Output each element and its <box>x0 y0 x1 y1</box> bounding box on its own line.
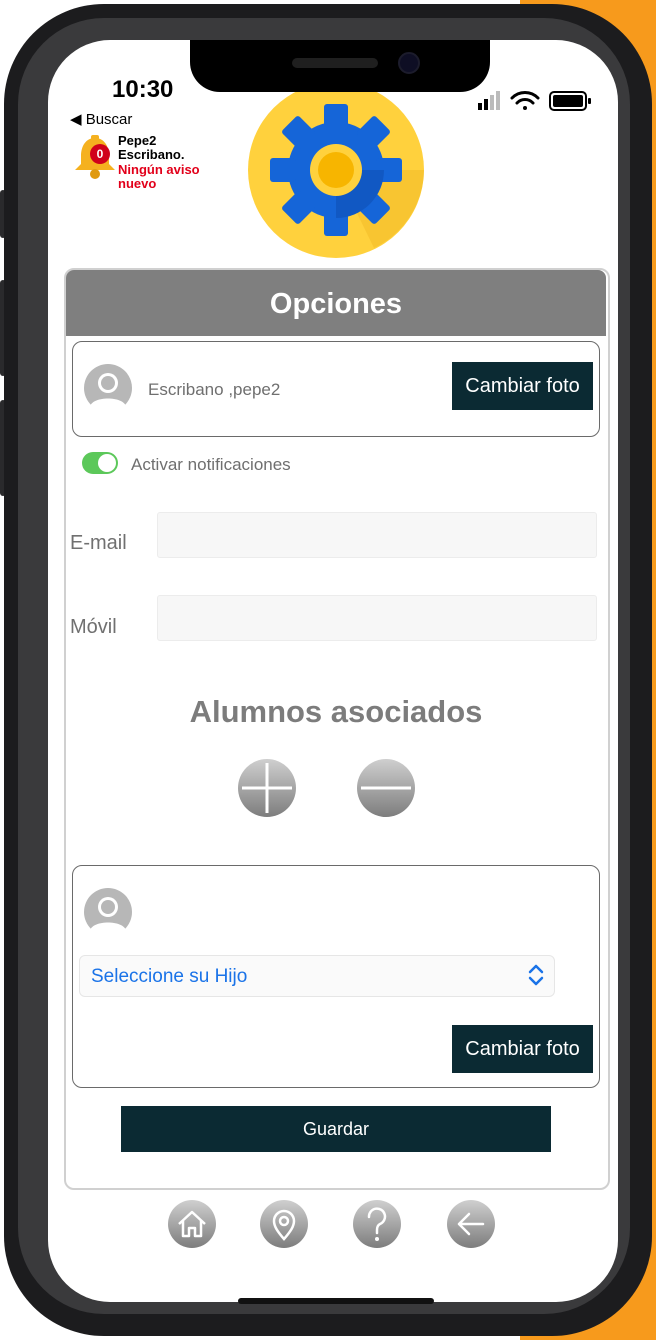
battery-icon <box>549 91 591 111</box>
speaker <box>292 58 378 68</box>
status-time: 10:30 <box>112 76 174 103</box>
settings-gear-icon <box>248 90 424 258</box>
notification-message: Ningún aviso nuevo <box>118 162 200 191</box>
mobile-field[interactable] <box>157 595 597 641</box>
user-name: Pepe2 Escribano. <box>118 134 184 162</box>
change-student-photo-button[interactable]: Cambiar foto <box>452 1025 593 1073</box>
remove-student-button[interactable] <box>357 759 415 817</box>
back-to-search-link[interactable]: ◀ Buscar <box>70 110 132 128</box>
home-icon[interactable] <box>168 1200 216 1248</box>
signal-icon <box>478 91 500 110</box>
user-name-line1: Pepe2 <box>118 133 157 148</box>
user-name-line2: Escribano. <box>118 147 185 162</box>
student-select-value: Seleccione su Hijo <box>91 966 248 987</box>
home-indicator <box>238 1298 434 1304</box>
select-chevron-icon <box>528 964 544 986</box>
save-button[interactable]: Guardar <box>121 1106 551 1152</box>
email-label: E-mail <box>70 532 127 554</box>
location-pin-icon[interactable] <box>260 1200 308 1248</box>
toggle-knob <box>98 454 116 472</box>
user-avatar-icon <box>84 364 132 412</box>
mobile-label: Móvil <box>70 616 117 638</box>
front-camera <box>398 52 420 74</box>
students-section-title: Alumnos asociados <box>189 694 483 729</box>
status-icons <box>478 91 591 111</box>
back-arrow-icon[interactable] <box>447 1200 495 1248</box>
add-student-button[interactable] <box>238 759 296 817</box>
notification-count-badge: 0 <box>90 144 110 164</box>
help-icon[interactable] <box>353 1200 401 1248</box>
email-field[interactable] <box>157 512 597 558</box>
student-avatar-icon <box>84 888 132 936</box>
page-title: Opciones <box>269 288 403 320</box>
notifications-toggle-label: Activar notificaciones <box>131 455 291 474</box>
profile-name: Escribano ,pepe2 <box>148 380 281 399</box>
change-profile-photo-button[interactable]: Cambiar foto <box>452 362 593 410</box>
wifi-icon <box>510 91 540 110</box>
